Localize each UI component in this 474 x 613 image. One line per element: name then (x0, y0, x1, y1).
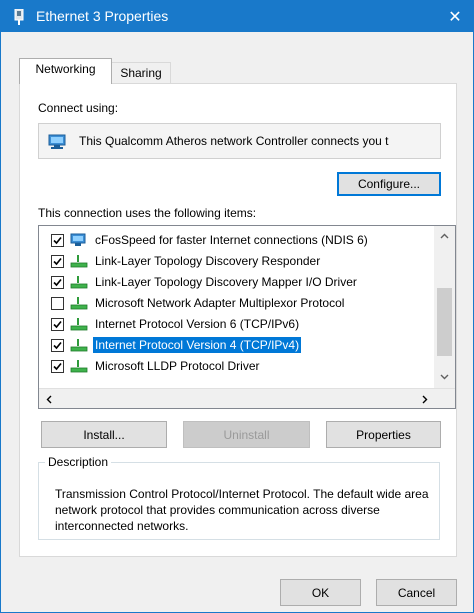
checkmark-icon (53, 257, 62, 266)
description-text: Transmission Control Protocol/Internet P… (55, 487, 429, 533)
item-name: Microsoft LLDP Protocol Driver (95, 359, 260, 373)
properties-dialog: Ethernet 3 Properties ✕ Networking Shari… (0, 0, 474, 613)
item-checkbox[interactable] (51, 234, 64, 247)
protocol-icon (70, 318, 88, 331)
tab-sharing[interactable]: Sharing (111, 62, 171, 84)
checkmark-icon (53, 320, 62, 329)
checkmark-icon (53, 236, 62, 245)
protocol-icon (70, 360, 88, 373)
protocol-icon (70, 276, 88, 289)
description-legend: Description (48, 455, 109, 469)
close-button[interactable]: ✕ (437, 1, 473, 32)
install-button[interactable]: Install... (41, 421, 167, 448)
adapter-field: This Qualcomm Atheros network Controller… (38, 123, 441, 159)
scroll-down-button[interactable] (434, 367, 455, 387)
list-item[interactable]: Internet Protocol Version 4 (TCP/IPv4) (39, 335, 433, 355)
chevron-left-icon (46, 395, 52, 403)
chevron-up-icon (440, 233, 449, 239)
protocol-icon (70, 297, 88, 310)
network-adapter-icon (48, 134, 66, 149)
item-name: Internet Protocol Version 6 (TCP/IPv6) (95, 317, 300, 331)
scroll-left-button[interactable] (39, 389, 59, 408)
window-title: Ethernet 3 Properties (36, 8, 169, 24)
description-group: Description Transmission Control Protoco… (38, 455, 440, 540)
item-name: cFosSpeed for faster Internet connection… (95, 233, 368, 247)
tab-networking[interactable]: Networking (19, 58, 112, 84)
network-adapter-icon (14, 9, 24, 25)
horizontal-scrollbar[interactable] (39, 388, 455, 408)
item-checkbox[interactable] (51, 360, 64, 373)
item-name: Link-Layer Topology Discovery Responder (95, 254, 321, 268)
chevron-right-icon (422, 395, 428, 403)
protocol-icon (70, 339, 88, 352)
item-checkbox[interactable] (51, 255, 64, 268)
properties-button[interactable]: Properties (326, 421, 441, 448)
checkmark-icon (53, 362, 62, 371)
ok-button[interactable]: OK (280, 579, 361, 606)
title-bar[interactable]: Ethernet 3 Properties ✕ (1, 1, 473, 32)
list-item[interactable]: Internet Protocol Version 6 (TCP/IPv6) (39, 314, 433, 334)
item-name: Link-Layer Topology Discovery Mapper I/O… (95, 275, 357, 289)
item-checkbox[interactable] (51, 276, 64, 289)
list-item[interactable]: Link-Layer Topology Discovery Mapper I/O… (39, 272, 433, 292)
scroll-right-button[interactable] (415, 389, 435, 408)
checkmark-icon (53, 278, 62, 287)
configure-button[interactable]: Configure... (337, 172, 441, 196)
scroll-thumb[interactable] (437, 288, 452, 356)
item-checkbox[interactable] (51, 297, 64, 310)
adapter-name: This Qualcomm Atheros network Controller… (79, 134, 389, 148)
scroll-up-button[interactable] (434, 226, 455, 246)
chevron-down-icon (440, 374, 449, 380)
item-name: Microsoft Network Adapter Multiplexor Pr… (95, 296, 345, 310)
cfos-adapter-icon (70, 233, 86, 246)
close-icon: ✕ (448, 8, 462, 26)
list-item[interactable]: Link-Layer Topology Discovery Responder (39, 251, 433, 271)
items-list[interactable]: cFosSpeed for faster Internet connection… (38, 225, 456, 409)
list-item[interactable]: Microsoft LLDP Protocol Driver (39, 356, 433, 376)
vertical-scrollbar[interactable] (434, 226, 455, 388)
list-item[interactable]: Microsoft Network Adapter Multiplexor Pr… (39, 293, 433, 313)
list-item[interactable]: cFosSpeed for faster Internet connection… (39, 230, 433, 250)
uninstall-button[interactable]: Uninstall (183, 421, 310, 448)
items-label: This connection uses the following items… (38, 206, 257, 220)
protocol-icon (70, 255, 88, 268)
connect-using-label: Connect using: (38, 101, 119, 115)
cancel-button[interactable]: Cancel (376, 579, 457, 606)
item-checkbox[interactable] (51, 339, 64, 352)
item-checkbox[interactable] (51, 318, 64, 331)
checkmark-icon (53, 341, 62, 350)
item-name-selected: Internet Protocol Version 4 (TCP/IPv4) (93, 337, 302, 353)
